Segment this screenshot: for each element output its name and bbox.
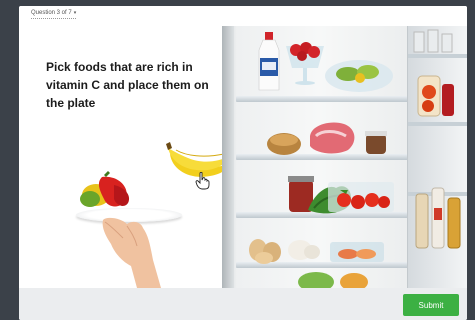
question-instruction: Pick foods that are rich in vitamin C an… (46, 60, 209, 110)
fridge-image (222, 26, 467, 288)
question-counter[interactable]: Question 3 of 7 ▾ (31, 10, 76, 16)
progress-indicator (31, 18, 76, 20)
caret-down-icon: ▾ (73, 10, 77, 16)
hand-image (102, 217, 161, 288)
quiz-footer (19, 288, 467, 320)
meat-image[interactable] (306, 118, 358, 156)
hand-cursor-icon (195, 172, 210, 190)
fridge-shelf (236, 96, 408, 102)
bell-peppers-image[interactable] (74, 169, 144, 211)
vegetable-bowl-image[interactable] (324, 58, 394, 94)
tomatoes-jar-image[interactable] (414, 70, 458, 120)
submit-button[interactable]: Submit (403, 294, 459, 316)
jars-image (413, 29, 453, 53)
container-image (330, 242, 384, 262)
eggs-image (249, 239, 281, 264)
quiz-header: Question 3 of 7 ▾ (19, 6, 467, 26)
fridge-wall (222, 26, 234, 288)
jar-image (365, 131, 387, 154)
milk-bottle-image[interactable] (258, 32, 280, 92)
cherry-tomatoes-image[interactable] (326, 180, 396, 216)
pastry-image[interactable] (266, 126, 302, 156)
lettuce-image (298, 272, 368, 288)
door-shelf (408, 54, 467, 58)
strawberries-image[interactable] (284, 38, 326, 86)
quiz-card: Question 3 of 7 ▾ Pick foods that are ric… (19, 6, 467, 320)
garlic-image (288, 240, 320, 260)
door-shelf (408, 122, 467, 126)
fridge-door (407, 26, 467, 288)
bottles-image (415, 187, 461, 249)
question-counter-label: Question 3 of 7 (31, 10, 72, 16)
